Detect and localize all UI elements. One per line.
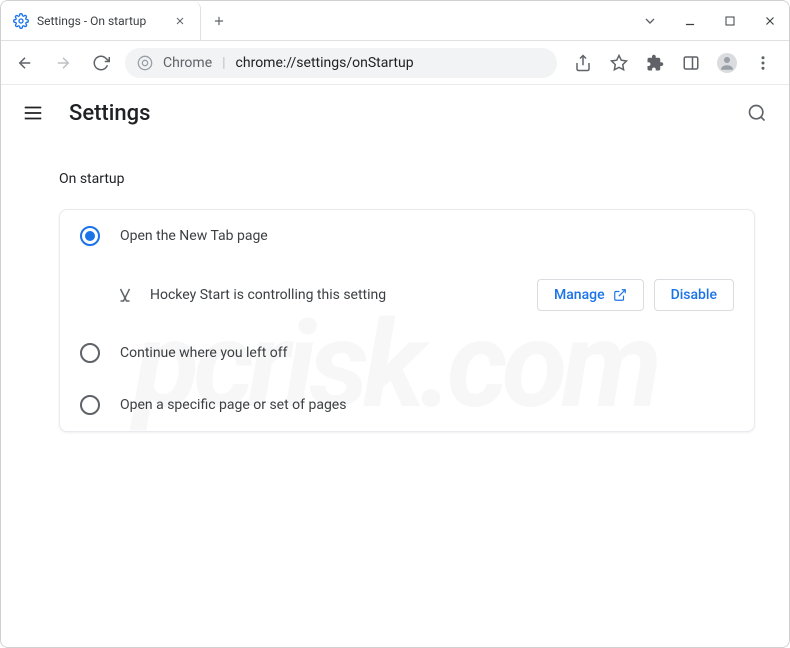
- url-scheme-label: Chrome: [163, 55, 212, 71]
- disable-button-label: Disable: [671, 287, 717, 303]
- extensions-icon[interactable]: [645, 53, 665, 73]
- share-icon[interactable]: [573, 53, 593, 73]
- address-bar[interactable]: Chrome | chrome://settings/onStartup: [125, 48, 557, 78]
- url-separator: |: [222, 55, 225, 71]
- settings-page: On startup Open the New Tab page Hockey …: [1, 141, 789, 432]
- window-controls: [641, 1, 789, 40]
- close-tab-icon[interactable]: [172, 13, 188, 29]
- search-icon[interactable]: [745, 101, 769, 125]
- maximize-icon[interactable]: [721, 12, 739, 30]
- bookmark-star-icon[interactable]: [609, 53, 629, 73]
- tab-title: Settings - On startup: [37, 14, 146, 28]
- radio-icon: [80, 343, 100, 363]
- extension-actions: Manage Disable: [537, 279, 734, 311]
- radio-option-new-tab[interactable]: Open the New Tab page: [60, 210, 754, 262]
- titlebar: Settings - On startup: [1, 1, 789, 41]
- chevron-down-icon[interactable]: [641, 12, 659, 30]
- minimize-icon[interactable]: [681, 12, 699, 30]
- reload-button[interactable]: [87, 49, 115, 77]
- radio-option-continue[interactable]: Continue where you left off: [60, 327, 754, 379]
- extension-notice-row: Hockey Start is controlling this setting…: [60, 262, 754, 327]
- panel-icon[interactable]: [681, 53, 701, 73]
- toolbar-actions: [567, 53, 779, 73]
- radio-option-specific-pages[interactable]: Open a specific page or set of pages: [60, 379, 754, 431]
- extension-notice-text: Hockey Start is controlling this setting: [150, 287, 521, 303]
- url-path: chrome://settings/onStartup: [236, 55, 414, 71]
- manage-button[interactable]: Manage: [537, 279, 644, 311]
- manage-button-label: Manage: [554, 287, 605, 303]
- chrome-logo-icon: [137, 55, 153, 71]
- close-window-icon[interactable]: [761, 12, 779, 30]
- radio-label: Open a specific page or set of pages: [120, 397, 346, 413]
- radio-label: Continue where you left off: [120, 345, 288, 361]
- new-tab-button[interactable]: [201, 1, 237, 40]
- settings-header: Settings: [1, 85, 789, 141]
- back-button[interactable]: [11, 49, 39, 77]
- radio-icon: [80, 395, 100, 415]
- browser-tab[interactable]: Settings - On startup: [1, 1, 201, 40]
- kebab-menu-icon[interactable]: [753, 53, 773, 73]
- gear-icon: [13, 13, 29, 29]
- hamburger-menu-icon[interactable]: [21, 101, 45, 125]
- radio-icon: [80, 226, 100, 246]
- startup-card: Open the New Tab page Hockey Start is co…: [59, 209, 755, 432]
- disable-button[interactable]: Disable: [654, 279, 734, 311]
- browser-window: Settings - On startup: [0, 0, 790, 648]
- settings-content: Settings On startup Open the New Tab pag…: [1, 85, 789, 647]
- page-title: Settings: [69, 101, 150, 126]
- section-title: On startup: [59, 171, 755, 187]
- browser-toolbar: Chrome | chrome://settings/onStartup: [1, 41, 789, 85]
- profile-avatar-icon[interactable]: [717, 53, 737, 73]
- external-link-icon: [613, 288, 627, 302]
- radio-label: Open the New Tab page: [120, 228, 268, 244]
- forward-button[interactable]: [49, 49, 77, 77]
- hockey-sticks-icon: [116, 286, 134, 304]
